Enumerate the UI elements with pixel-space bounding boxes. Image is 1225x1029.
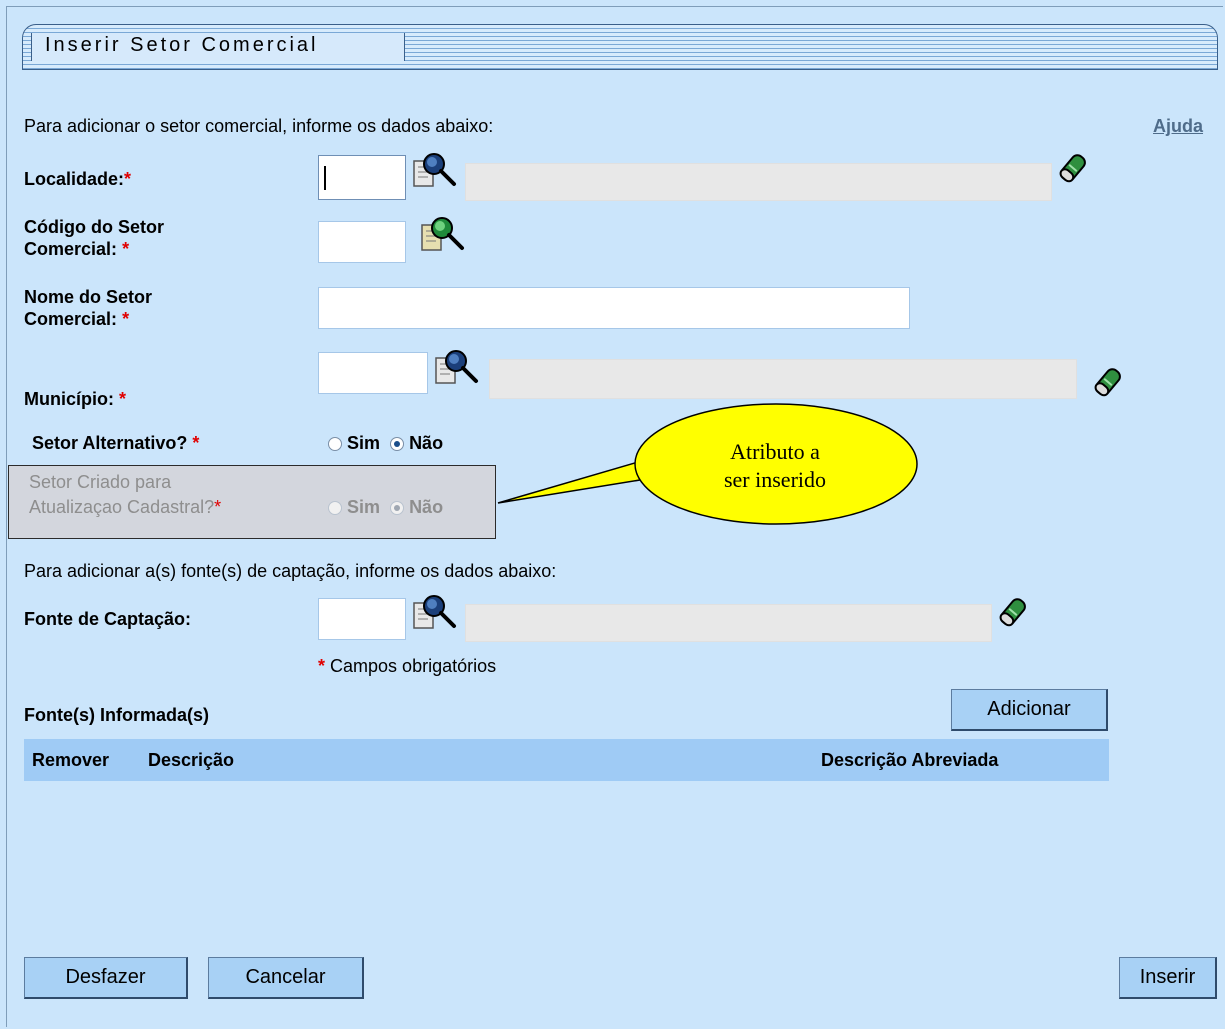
fonte-search-icon[interactable] (410, 590, 460, 634)
localidade-label: Localidade:* (24, 169, 132, 189)
title-bar: Inserir Setor Comercial (22, 24, 1218, 70)
localidade-search-icon[interactable] (410, 148, 460, 192)
undo-button[interactable]: Desfazer (24, 957, 188, 999)
codigo-search-icon[interactable] (418, 212, 468, 256)
municipio-input[interactable] (318, 352, 428, 394)
insert-button[interactable]: Inserir (1119, 957, 1217, 999)
codigo-label: Código do Setor Comercial: * (24, 217, 164, 259)
setor-alternativo-options: Sim Não (328, 432, 443, 454)
setor-criado-label: Setor Criado para Atualizaçao Cadastral?… (29, 472, 222, 517)
setor-criado-sim-radio[interactable] (328, 501, 342, 515)
callout-text: Atributo a ser inserido (723, 439, 827, 492)
fonte-label: Fonte de Captação: (24, 609, 192, 629)
table-header: Remover Descrição Descrição Abreviada (24, 739, 1109, 781)
nome-input[interactable] (318, 287, 910, 329)
setor-criado-sim-label: Sim (347, 497, 381, 517)
text-cursor (324, 166, 326, 190)
fonte-clear-eraser-icon[interactable] (995, 592, 1031, 632)
column-remover: Remover (32, 750, 110, 770)
municipio-label: Município: * (24, 389, 127, 409)
add-button[interactable]: Adicionar (951, 689, 1108, 731)
localidade-description (465, 163, 1052, 201)
setor-criado-nao-radio[interactable] (390, 501, 405, 515)
codigo-input[interactable] (318, 221, 406, 263)
required-note: * Campos obrigatórios (318, 656, 497, 676)
column-descricao: Descrição (148, 750, 235, 770)
intro-text: Para adicionar o setor comercial, inform… (24, 116, 494, 136)
localidade-clear-eraser-icon[interactable] (1055, 148, 1091, 188)
municipio-clear-eraser-icon[interactable] (1090, 362, 1126, 402)
setor-alternativo-nao-label: Não (409, 433, 444, 453)
fonte-description (465, 604, 992, 642)
fontes-informadas-label: Fonte(s) Informada(s) (24, 705, 210, 725)
fonte-intro-text: Para adicionar a(s) fonte(s) de captação… (24, 561, 557, 581)
setor-criado-nao-label: Não (409, 497, 444, 517)
setor-criado-options: Sim Não (328, 496, 443, 518)
municipio-description (489, 359, 1077, 399)
localidade-input[interactable] (318, 155, 406, 200)
cancel-button[interactable]: Cancelar (208, 957, 364, 999)
page-title: Inserir Setor Comercial (45, 34, 319, 56)
help-link[interactable]: Ajuda (1153, 116, 1203, 137)
setor-alternativo-sim-radio[interactable] (328, 437, 342, 451)
column-descricao-abreviada: Descrição Abreviada (821, 750, 999, 770)
setor-alternativo-nao-radio[interactable] (390, 437, 405, 451)
setor-alternativo-sim-label: Sim (347, 433, 381, 453)
nome-label: Nome do Setor Comercial: * (24, 287, 153, 329)
fonte-input[interactable] (318, 598, 406, 640)
setor-alternativo-label: Setor Alternativo? * (32, 433, 200, 453)
municipio-search-icon[interactable] (432, 345, 482, 389)
